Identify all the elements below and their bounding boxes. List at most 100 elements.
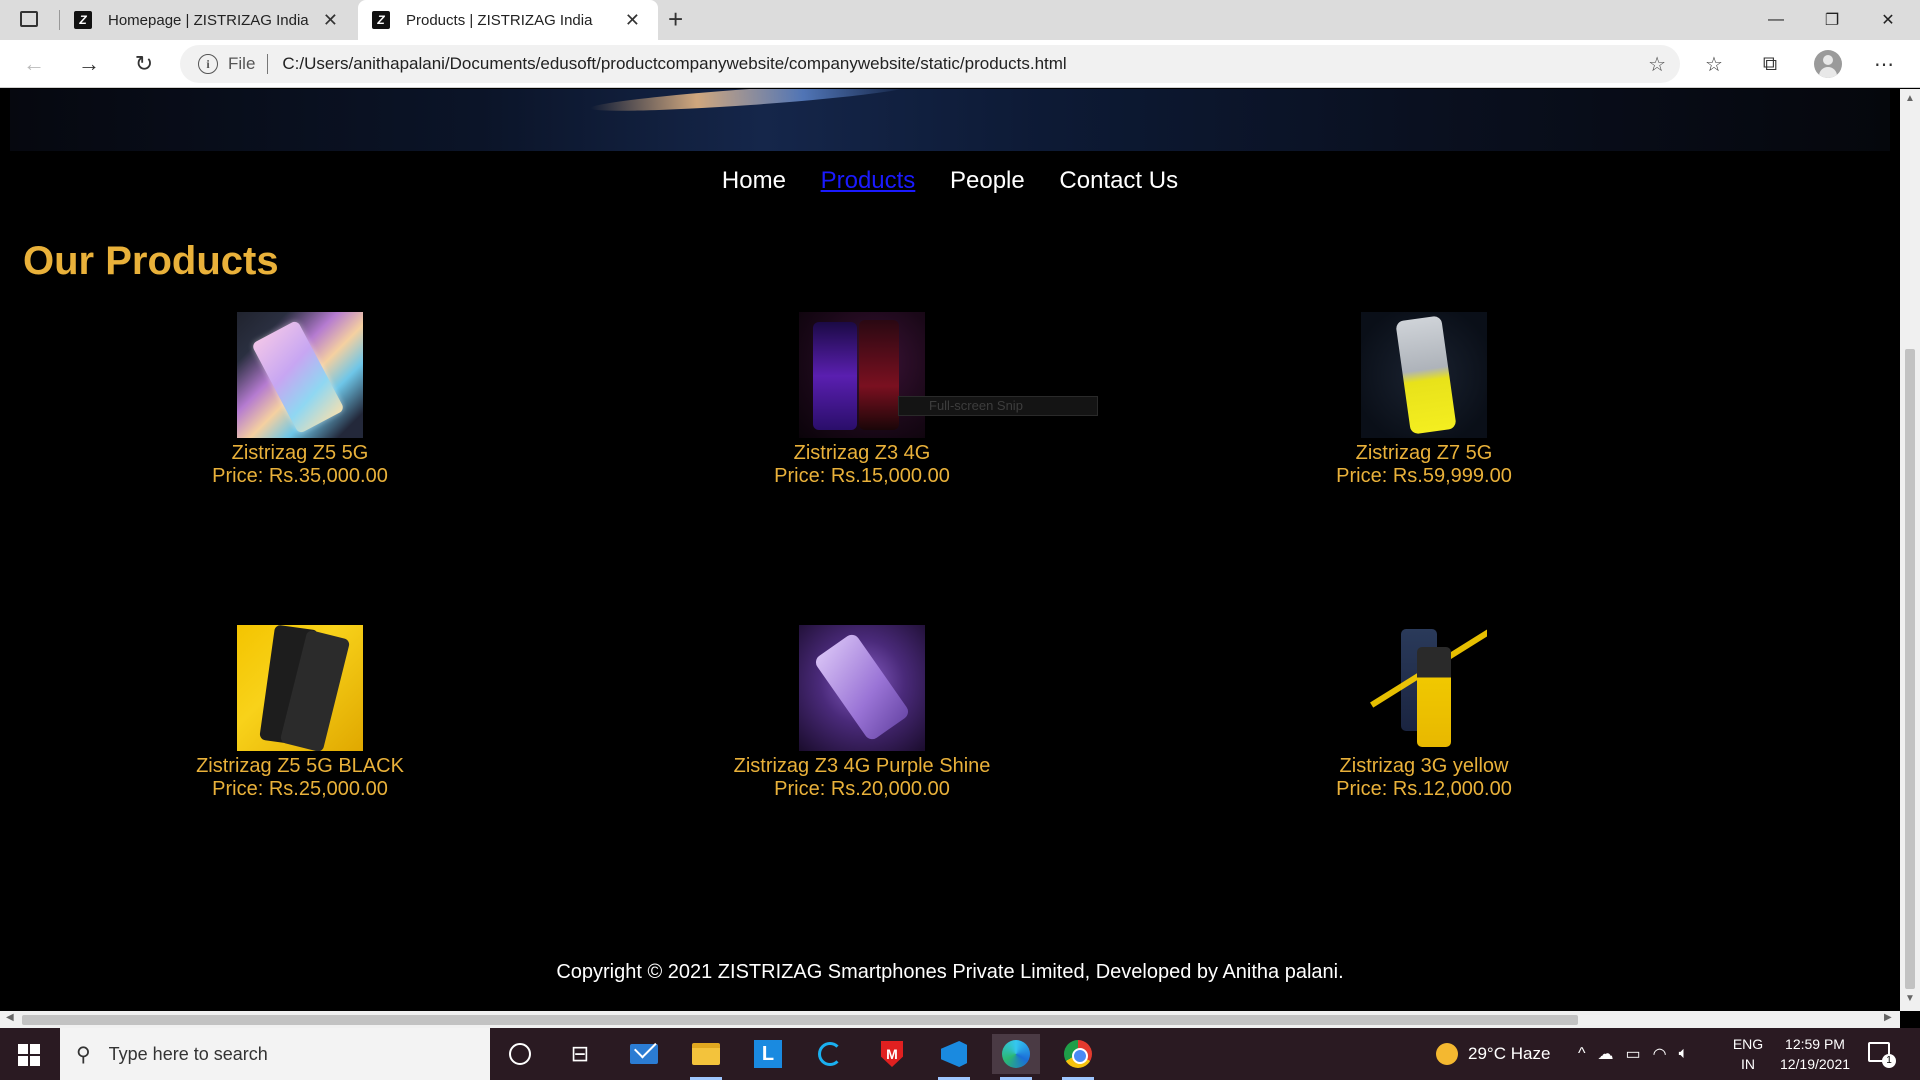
tab-products[interactable]: Z Products | ZISTRIZAG India ✕ bbox=[358, 0, 658, 40]
url-divider bbox=[267, 54, 269, 74]
vscode-app[interactable] bbox=[930, 1034, 978, 1080]
new-tab-button[interactable]: + bbox=[668, 4, 683, 35]
system-clock[interactable]: 12:59 PM 12/19/2021 bbox=[1770, 1034, 1860, 1074]
close-tab-icon[interactable]: ✕ bbox=[323, 10, 338, 31]
product-price: Price: Rs.12,000.00 bbox=[1336, 778, 1512, 800]
search-icon: ⚲ bbox=[76, 1043, 91, 1066]
scroll-right-arrow-icon[interactable]: ▶ bbox=[1884, 1012, 1892, 1023]
nav-products-link[interactable]: Products bbox=[821, 167, 916, 194]
zistrizag-favicon-icon: Z bbox=[74, 11, 92, 29]
onedrive-cloud-icon[interactable]: ☁ bbox=[1598, 1044, 1614, 1064]
snip-overlay-ghost: Full-screen Snip bbox=[898, 396, 1098, 416]
refresh-button[interactable]: ↻ bbox=[126, 46, 162, 82]
product-price: Price: Rs.15,000.00 bbox=[774, 465, 950, 487]
info-icon[interactable]: i bbox=[198, 54, 218, 74]
more-menu-icon[interactable]: ⋯ bbox=[1868, 48, 1900, 80]
wifi-icon[interactable]: ◠ bbox=[1653, 1044, 1667, 1064]
product-name: Zistrizag Z3 4G Purple Shine bbox=[733, 755, 991, 777]
vertical-scroll-thumb[interactable] bbox=[1905, 349, 1915, 989]
l-app[interactable]: L bbox=[744, 1034, 792, 1074]
main-nav: Home Products People Contact Us bbox=[0, 167, 1900, 195]
hero-banner-image bbox=[10, 89, 1890, 151]
edge-icon bbox=[1002, 1040, 1030, 1068]
product-name: Zistrizag Z5 5G BLACK bbox=[196, 755, 404, 777]
cortana-icon bbox=[509, 1043, 531, 1065]
search-placeholder: Type here to search bbox=[108, 1043, 268, 1064]
edge-app[interactable] bbox=[992, 1034, 1040, 1080]
mcafee-shield-icon: M bbox=[881, 1041, 903, 1067]
taskbar-search-input[interactable]: ⚲ Type here to search bbox=[60, 1028, 490, 1080]
nav-home-link[interactable]: Home bbox=[722, 167, 786, 194]
task-view-button[interactable]: ⊟ bbox=[556, 1034, 604, 1074]
mail-app[interactable] bbox=[620, 1034, 668, 1074]
product-image[interactable] bbox=[237, 312, 363, 438]
scroll-down-arrow-icon[interactable]: ▼ bbox=[1905, 993, 1915, 1004]
weather-text: 29°C Haze bbox=[1468, 1044, 1551, 1063]
page-title: Our Products bbox=[23, 239, 279, 283]
product-name: Zistrizag Z7 5G bbox=[1355, 442, 1493, 464]
product-card[interactable]: Zistrizag 3G yellow Price: Rs.12,000.00 bbox=[1214, 625, 1634, 801]
vertical-scrollbar[interactable]: ▲ ▼ bbox=[1900, 89, 1920, 1011]
tab-actions-icon[interactable] bbox=[20, 11, 38, 27]
product-image[interactable] bbox=[1361, 312, 1487, 438]
forward-button[interactable]: → bbox=[71, 46, 107, 82]
product-name: Zistrizag Z5 5G bbox=[231, 442, 369, 464]
product-card[interactable]: Zistrizag Z7 5G Price: Rs.59,999.00 bbox=[1214, 312, 1634, 488]
battery-icon[interactable]: ▭ bbox=[1626, 1044, 1641, 1064]
lang-bottom: IN bbox=[1741, 1056, 1755, 1072]
tab-homepage[interactable]: Z Homepage | ZISTRIZAG India ✕ bbox=[60, 0, 356, 40]
product-card[interactable]: Zistrizag Z5 5G Price: Rs.35,000.00 bbox=[90, 312, 510, 488]
product-price: Price: Rs.20,000.00 bbox=[774, 778, 950, 800]
product-image[interactable] bbox=[799, 625, 925, 751]
page-viewport: Home Products People Contact Us Our Prod… bbox=[0, 89, 1900, 1011]
mcafee-app[interactable]: M bbox=[868, 1034, 916, 1074]
horizontal-scrollbar[interactable]: ◀ ▶ bbox=[0, 1011, 1900, 1028]
product-image[interactable] bbox=[237, 625, 363, 751]
volume-icon[interactable]: 🔈︎ bbox=[1679, 1045, 1689, 1063]
horizontal-scroll-thumb[interactable] bbox=[22, 1015, 1578, 1025]
l-app-icon: L bbox=[754, 1040, 782, 1068]
nav-people-link[interactable]: People bbox=[950, 167, 1025, 194]
chrome-app[interactable] bbox=[1054, 1034, 1102, 1080]
product-image[interactable] bbox=[799, 312, 925, 438]
footer-copyright: Copyright © 2021 ZISTRIZAG Smartphones P… bbox=[556, 961, 1344, 983]
chevron-up-icon[interactable]: ^ bbox=[1578, 1045, 1586, 1063]
restore-button[interactable]: ❐ bbox=[1804, 0, 1860, 40]
add-favorite-icon[interactable]: ☆ bbox=[1648, 52, 1666, 77]
start-button-windows-icon[interactable] bbox=[18, 1044, 40, 1066]
favorites-icon[interactable]: ☆ bbox=[1698, 48, 1730, 80]
product-card[interactable]: Zistrizag Z3 4G Purple Shine Price: Rs.2… bbox=[652, 625, 1072, 801]
url-text[interactable]: C:/Users/anithapalani/Documents/edusoft/… bbox=[282, 54, 1066, 74]
weather-sun-icon bbox=[1436, 1043, 1458, 1065]
back-button[interactable]: ← bbox=[16, 46, 52, 82]
banner-light-streak bbox=[589, 89, 911, 117]
ring-app[interactable] bbox=[806, 1034, 854, 1074]
url-scheme-label: File bbox=[228, 54, 256, 73]
product-name: Zistrizag 3G yellow bbox=[1339, 755, 1509, 777]
lang-top: ENG bbox=[1732, 1036, 1764, 1052]
cortana-button[interactable] bbox=[496, 1034, 544, 1074]
folder-icon bbox=[692, 1043, 720, 1065]
weather-widget[interactable]: 29°C Haze bbox=[1436, 1028, 1550, 1080]
notification-center-icon[interactable]: 1 bbox=[1868, 1042, 1896, 1068]
notification-count: 1 bbox=[1882, 1054, 1896, 1068]
language-indicator[interactable]: ENG IN bbox=[1730, 1034, 1766, 1074]
tab-title: Homepage | ZISTRIZAG India bbox=[108, 11, 309, 29]
file-explorer-app[interactable] bbox=[682, 1034, 730, 1080]
product-image[interactable] bbox=[1361, 625, 1487, 751]
scroll-up-arrow-icon[interactable]: ▲ bbox=[1905, 93, 1915, 104]
clock-date: 12/19/2021 bbox=[1779, 1056, 1851, 1072]
minimize-button[interactable]: — bbox=[1748, 0, 1804, 40]
close-window-button[interactable]: ✕ bbox=[1860, 0, 1916, 40]
close-tab-icon[interactable]: ✕ bbox=[625, 10, 640, 31]
url-field[interactable]: i File C:/Users/anithapalani/Documents/e… bbox=[180, 45, 1680, 83]
product-price: Price: Rs.25,000.00 bbox=[212, 778, 388, 800]
vscode-icon bbox=[941, 1041, 967, 1067]
nav-contact-link[interactable]: Contact Us bbox=[1059, 167, 1178, 194]
profile-avatar[interactable] bbox=[1814, 50, 1842, 78]
mail-icon bbox=[630, 1044, 658, 1064]
collections-icon[interactable]: ⧉ bbox=[1754, 48, 1786, 80]
product-card[interactable]: Zistrizag Z5 5G BLACK Price: Rs.25,000.0… bbox=[90, 625, 510, 801]
chrome-icon bbox=[1064, 1040, 1092, 1068]
scroll-left-arrow-icon[interactable]: ◀ bbox=[6, 1012, 14, 1023]
